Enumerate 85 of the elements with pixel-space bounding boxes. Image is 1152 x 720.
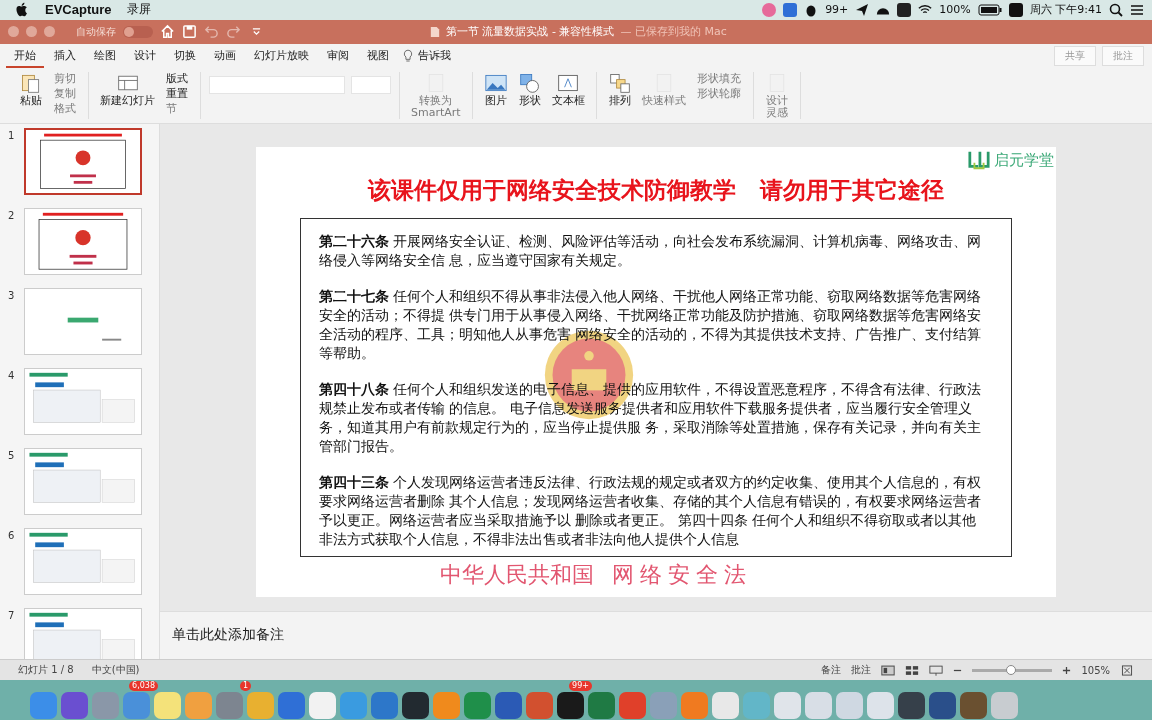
ribbon-tab[interactable]: 动画 [206,43,244,68]
slide-number: 7 [8,609,16,624]
paper-plane-icon[interactable] [855,2,870,17]
pinwheel-icon[interactable] [762,2,777,17]
normal-view-icon[interactable] [881,664,896,676]
menu-list-icon[interactable] [1130,2,1144,17]
slide-number: 5 [8,449,16,464]
ribbon-tab[interactable]: 绘图 [86,43,124,68]
app-status-icon[interactable] [897,2,912,17]
tell-me-field[interactable]: 告诉我 [415,43,459,68]
squares-icon [607,71,632,94]
logo-text: 启元学堂 [994,150,1054,170]
save-status: — 已保存到我的 Mac [620,24,727,40]
app-icon[interactable] [898,692,925,720]
ribbon-button[interactable]: 粘贴 [16,71,46,107]
comments-button[interactable]: 批注 [851,663,872,678]
app-icon[interactable] [960,692,987,720]
ribbon-button[interactable]: 新建幻灯片 [97,71,158,107]
notes-button[interactable]: 备注 [821,663,842,678]
ribbon-button[interactable]: 形状 [514,71,545,107]
shapes-icon [517,71,542,94]
slide-canvas[interactable] [256,147,1056,598]
slide-title: 该课件仅用于网络安全技术防御教学 请勿用于其它途径 [368,176,944,206]
home-icon[interactable] [160,24,175,40]
close-button[interactable] [8,26,19,38]
slide-number: 6 [8,529,16,544]
app-icon[interactable] [402,692,429,720]
ribbon-button[interactable]: 排列 [604,71,635,107]
notes-placeholder[interactable]: 单击此处添加备注 [172,626,284,645]
notification-badge: 6,038 [129,681,158,692]
ribbon-button[interactable]: 版式 [162,71,192,86]
window-title: 第一节 流量数据实战 - 兼容性模式 [446,24,615,40]
app-icon[interactable] [557,692,584,720]
battery-icon[interactable] [977,3,1002,16]
law-title-watermark: 中华人民共和国 [440,561,594,590]
font-name-field[interactable] [209,75,345,94]
slide-counter: 幻灯片 1 / 8 [18,663,74,678]
ribbon-tab[interactable]: 幻灯片放映 [246,43,317,68]
app-menu[interactable]: EVCapture [45,2,112,18]
notification-count: 99+ [825,3,849,17]
presenter-view-icon[interactable] [929,664,944,676]
zoom-percentage[interactable]: 105% [1081,664,1110,676]
ribbon-tab[interactable]: 插入 [46,43,84,68]
undo-icon[interactable] [204,24,219,40]
language-indicator[interactable]: 中文(中国) [91,663,140,678]
app-icon[interactable] [929,692,956,720]
battery-percentage: 100% [939,3,971,17]
fit-window-icon[interactable] [1120,664,1134,676]
ribbon-button[interactable]: 文本框 [548,71,588,107]
zoom-slider-thumb[interactable] [1005,664,1016,675]
ribbon-button[interactable]: 图片 [480,71,511,107]
document-icon [430,25,440,38]
ribbon-tab[interactable]: 开始 [6,43,44,68]
menu-item[interactable]: 录屏 [127,1,152,19]
redo-icon[interactable] [226,24,241,40]
lightbulb-icon[interactable] [403,48,413,63]
slide-number: 4 [8,369,16,384]
ribbon-tab[interactable]: 切换 [166,43,204,68]
slide-thumbnail[interactable] [24,128,142,196]
logo-icon [968,149,990,172]
clock: 周六 下午9:41 [1029,2,1102,18]
slide-number: 1 [8,129,16,144]
zoom-slider[interactable] [972,668,1053,672]
save-icon[interactable] [182,24,197,40]
ribbon-tab[interactable]: 设计 [126,43,164,68]
zoom-button[interactable] [44,26,55,38]
slide-number: 3 [8,289,16,304]
autosave-label: 自动保存 [76,24,116,39]
notification-badge: 99+ [569,681,592,692]
ribbon-button[interactable]: 重置 [162,86,192,101]
law-title-watermark: 网络安全法 [612,561,752,590]
search-icon[interactable] [1109,2,1123,17]
apple-logo-icon[interactable] [16,2,29,18]
ribbon-tab[interactable]: 视图 [359,43,397,68]
font-size-field[interactable] [351,75,391,94]
notification-badge: 1 [239,681,251,692]
minimize-button[interactable] [26,26,37,38]
law-article-paragraph: 第二十七条 任何个人和组织不得从事非法侵入他人网络、干扰他人网络正常功能、窃取网络数据等危害网络安全的活动；不得提 供专门用于从事侵入网络、干扰网络正常功能及防护措施、窃取网络数据等危害网络安全活动的程序、工具；明知他人从事危害 网络安全的活动的，不得为其提供技术支持、广告推广、支付结算等帮助。 [319,287,983,364]
autosave-toggle[interactable] [123,25,153,38]
zoom-in-icon[interactable] [1062,665,1072,675]
ribbon-tab[interactable]: 审阅 [319,43,357,68]
grid-view-icon[interactable] [905,664,920,676]
slide-number: 2 [8,209,16,224]
law-article-paragraph: 第四十三条 个人发现网络运营者违反法律、行政法规的规定或者双方的约定收集、使用其个人信息的，有权要求网络运营者删除 其个人信息；发现网络运营者收集、存储的其个人信息有错误的，有权要求网络运营者予以更正。网络运营者应当采取措施予以 删除或者更正。 第四十四条 任何个人和组织不得窃取或者以其他非法方式获取个人信息，不得非法出售或者非法向他人提供个人信息 [319,473,983,550]
law-article-paragraph: 第二十六条 开展网络安全认证、检测、风险评估等活动，向社会发布系统漏洞、计算机病毒、网络攻击、网络侵入等网络安全信 息，应当遵守国家有关规定。 [319,232,983,271]
